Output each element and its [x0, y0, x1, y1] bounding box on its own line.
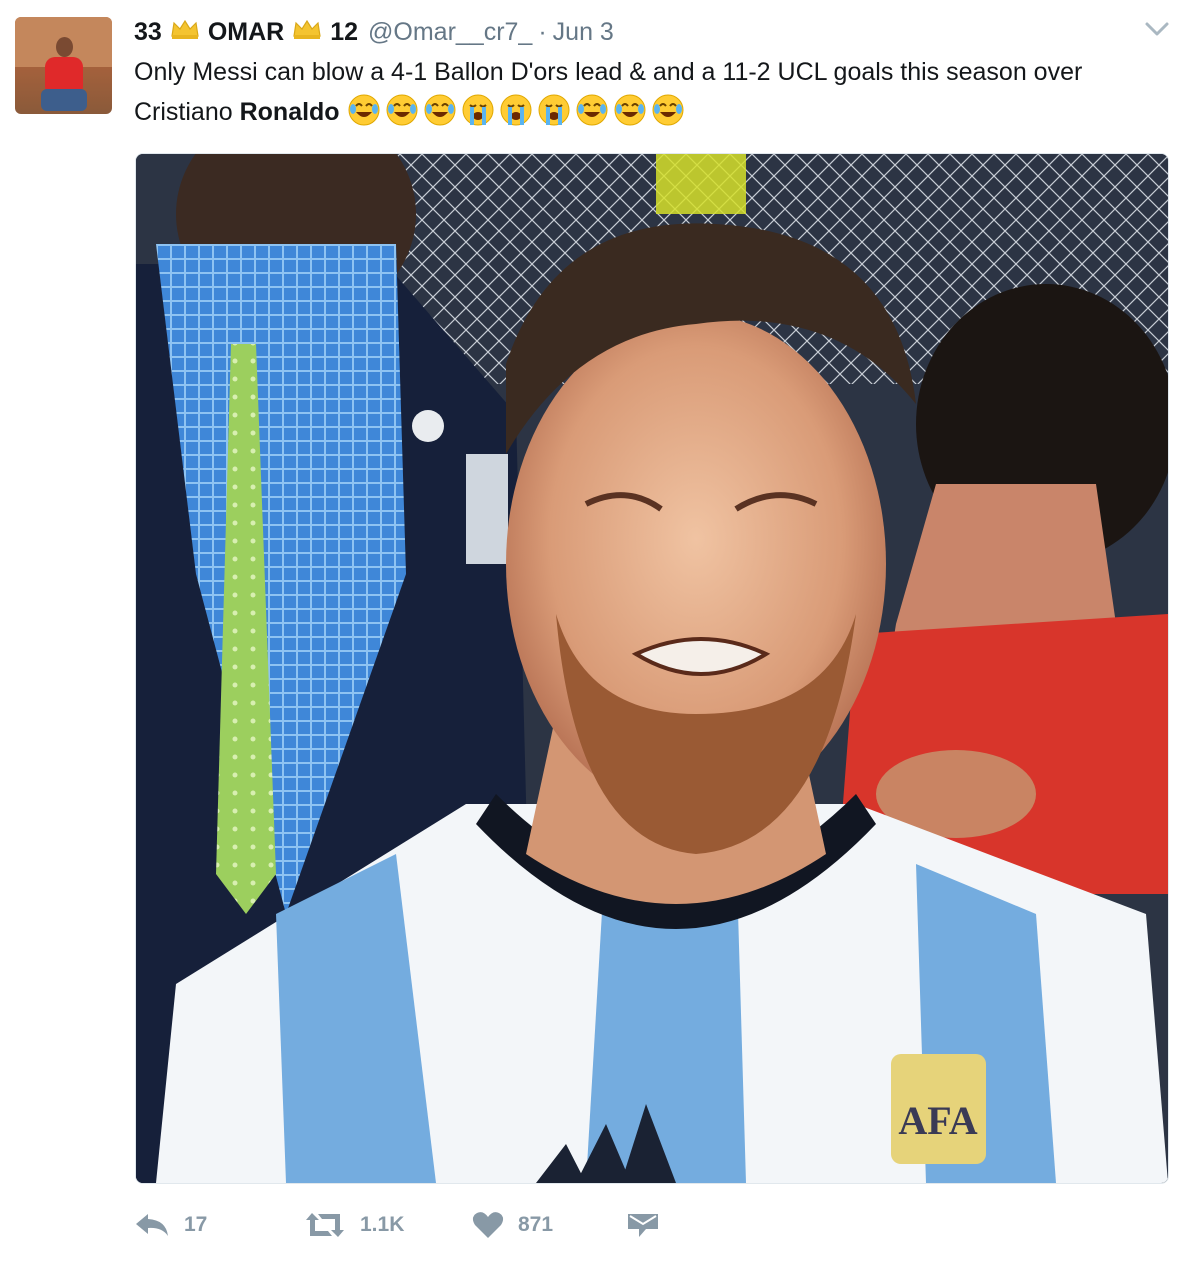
- chevron-down-icon[interactable]: [1143, 18, 1171, 40]
- emoji-row: [347, 94, 689, 126]
- like-button[interactable]: 871: [472, 1211, 626, 1239]
- joy-emoji-icon: [347, 93, 381, 127]
- tweet-text: Only Messi can blow a 4-1 Ballon D'ors l…: [134, 52, 1154, 132]
- heart-icon: [472, 1211, 504, 1239]
- header-separator: ·: [538, 17, 547, 46]
- joy-emoji-icon: [613, 93, 647, 127]
- like-count: 871: [518, 1213, 554, 1236]
- retweet-button[interactable]: 1.1K: [304, 1211, 472, 1239]
- display-name-prefix[interactable]: 33: [134, 18, 162, 47]
- joy-emoji-icon: [423, 93, 457, 127]
- sob-emoji-icon: [537, 93, 571, 127]
- display-name-suffix[interactable]: 12: [330, 18, 358, 47]
- avatar[interactable]: [15, 17, 112, 114]
- avatar-person-head: [56, 37, 73, 57]
- joy-emoji-icon: [385, 93, 419, 127]
- direct-message-button[interactable]: [626, 1211, 660, 1239]
- tweet-actions: 17 1.1K 871: [134, 1200, 660, 1250]
- avatar-person-legs: [41, 89, 87, 111]
- user-handle[interactable]: @Omar__cr7_: [368, 18, 532, 47]
- reply-button[interactable]: 17: [134, 1211, 304, 1239]
- envelope-icon: [626, 1211, 660, 1239]
- retweet-icon: [304, 1211, 346, 1239]
- tweet-header: 33 OMAR 12 @Omar__cr7_ · Jun 3: [134, 14, 614, 50]
- joy-emoji-icon: [651, 93, 685, 127]
- reply-icon: [134, 1211, 170, 1239]
- sob-emoji-icon: [499, 93, 533, 127]
- crown-icon: [170, 18, 200, 47]
- retweet-count: 1.1K: [360, 1213, 405, 1236]
- tweet-bold-name: Ronaldo: [239, 98, 340, 126]
- tweet-photo[interactable]: AFA: [135, 153, 1169, 1184]
- tweet-date[interactable]: Jun 3: [553, 18, 614, 47]
- avatar-person-shirt: [45, 57, 83, 91]
- crown-icon: [292, 18, 322, 47]
- sob-emoji-icon: [461, 93, 495, 127]
- photo-crying-footballer-illustration: AFA: [136, 154, 1168, 1183]
- svg-text:AFA: AFA: [898, 1098, 977, 1143]
- joy-emoji-icon: [575, 93, 609, 127]
- display-name[interactable]: OMAR: [208, 18, 284, 47]
- reply-count: 17: [184, 1213, 208, 1236]
